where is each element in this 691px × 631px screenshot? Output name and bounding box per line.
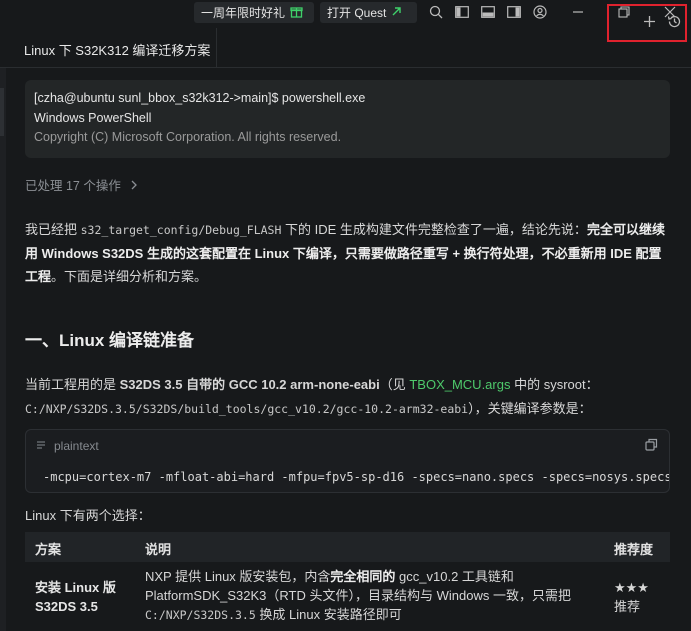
text: 安装 Linux 版 — [35, 580, 116, 595]
terminal-output-block: [czha@ubuntu sunl_bbox_s32k312->main]$ p… — [25, 80, 670, 158]
left-edge-strip — [0, 68, 6, 631]
open-quest-button[interactable]: 打开 Quest — [320, 2, 417, 23]
title-bar: 一周年限时好礼 打开 Quest — [0, 0, 691, 24]
minimize-icon[interactable] — [570, 4, 586, 20]
tab-divider — [216, 28, 217, 68]
processed-operations-toggle[interactable]: 已处理 17 个操作 — [25, 175, 138, 194]
tab-title[interactable]: Linux 下 S32K312 编译迁移方案 — [24, 40, 210, 59]
arrow-up-right-icon — [391, 6, 402, 20]
toggle-sidebar-right-icon[interactable] — [506, 4, 522, 20]
table-header-cell: 说明 — [145, 542, 172, 557]
scroll-marker — [0, 88, 4, 136]
bold-text: 完全相同的 — [330, 569, 396, 584]
language-name: plaintext — [54, 439, 99, 453]
terminal-line: Windows PowerShell — [34, 110, 152, 125]
bold-text: 用 Windows S32DS 生成的这套配置在 Linux 下编译，只需要做路… — [25, 246, 662, 261]
table-row: 安装 Linux 版 S32DS 3.5 NXP 提供 Linux 版安装包，内… — [25, 562, 670, 631]
text: 中的 sysroot： — [510, 377, 599, 392]
lines-icon — [36, 439, 46, 453]
text: 下的 IDE 生成构建文件完整检查了一遍，结论先说： — [281, 222, 587, 237]
table-header: 方案 说明 推荐度 — [25, 532, 670, 562]
tab-actions-highlight — [607, 4, 687, 42]
toggle-panel-bottom-icon[interactable] — [480, 4, 496, 20]
text: （见 — [379, 377, 410, 392]
text: NXP 提供 Linux 版安装包，内含 — [145, 569, 331, 584]
promo-label: 一周年限时好礼 — [201, 6, 286, 20]
open-quest-label: 打开 Quest — [327, 6, 387, 20]
toggle-sidebar-left-icon[interactable] — [454, 4, 470, 20]
text: 推荐 — [614, 599, 641, 614]
code-language-label: plaintext — [36, 439, 99, 453]
operations-label: 已处理 17 个操作 — [25, 179, 121, 193]
text: 我已经把 — [25, 222, 81, 237]
new-chat-icon[interactable] — [643, 15, 656, 31]
section-heading: 一、Linux 编译链准备 — [25, 331, 195, 350]
gift-icon — [290, 5, 303, 21]
terminal-line: Copyright (C) Microsoft Corporation. All… — [34, 130, 342, 144]
text: gcc_v10.2 工具链和 — [395, 569, 514, 584]
account-icon[interactable] — [532, 4, 548, 20]
text: 。下面是详细分析和方案。 — [51, 269, 208, 284]
terminal-line: [czha@ubuntu sunl_bbox_s32k312->main]$ p… — [34, 91, 366, 105]
text: PlatformSDK_S32K3（RTD 头文件），目录结构与 Windows… — [145, 588, 571, 603]
toolchain-paragraph: 当前工程用的是 S32DS 3.5 自带的 GCC 10.2 arm-none-… — [25, 373, 685, 421]
chevron-right-icon — [130, 179, 138, 193]
sysroot-path: C:/NXP/S32DS.3.5/S32DS/build_tools/gcc_v… — [25, 402, 469, 416]
bold-text: S32DS 3.5 自带的 GCC 10.2 arm-none-eabi — [119, 377, 380, 392]
description-cell: NXP 提供 Linux 版安装包，内含完全相同的 gcc_v10.2 工具链和… — [145, 567, 605, 625]
anniversary-promo-button[interactable]: 一周年限时好礼 — [194, 2, 314, 23]
table-header-cell: 推荐度 — [614, 542, 654, 557]
rating-cell: ★★★ 推荐 — [614, 578, 649, 616]
text: ），关键编译参数是： — [468, 401, 592, 416]
text: 换成 Linux 安装路径即可 — [255, 607, 402, 622]
text: S32DS 3.5 — [35, 599, 98, 614]
file-link[interactable]: TBOX_MCU.args — [409, 377, 510, 392]
bold-text: 工程 — [25, 269, 52, 284]
inline-code: s32_target_config/Debug_FLASH — [80, 223, 282, 237]
option-name-cell: 安装 Linux 版 S32DS 3.5 — [35, 578, 116, 616]
history-icon[interactable] — [667, 14, 682, 32]
search-icon[interactable] — [428, 4, 444, 20]
rating-stars: ★★★ — [614, 580, 649, 595]
choices-intro: Linux 下有两个选择： — [25, 508, 151, 523]
inline-code: C:/NXP/S32DS.3.5 — [145, 608, 256, 622]
text: 当前工程用的是 — [25, 377, 120, 392]
chat-tab-bar: Linux 下 S32K312 编译迁移方案 — [0, 28, 691, 68]
code-content: -mcpu=cortex-m7 -mfloat-abi=hard -mfpu=f… — [43, 470, 670, 484]
intro-paragraph: 我已经把 s32_target_config/Debug_FLASH 下的 ID… — [25, 218, 675, 288]
table-header-cell: 方案 — [35, 542, 62, 557]
copy-icon[interactable] — [645, 438, 659, 452]
bold-text: 完全可以继续 — [586, 222, 665, 237]
code-block: plaintext -mcpu=cortex-m7 -mfloat-abi=ha… — [25, 429, 670, 493]
